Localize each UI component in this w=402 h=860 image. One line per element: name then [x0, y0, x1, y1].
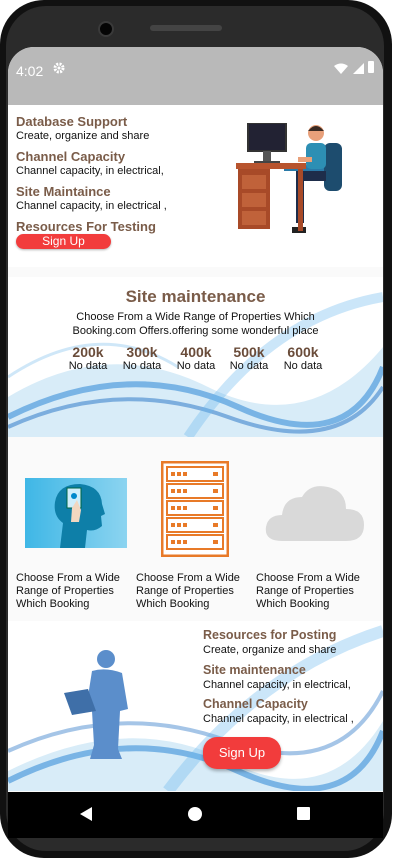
cloud-icon	[265, 486, 364, 541]
battery-icon	[368, 61, 374, 73]
stat-label: No data	[229, 360, 269, 372]
card-text: Choose From a Wide Range of Properties W…	[16, 572, 120, 610]
posting-text: Create, organize and share	[203, 644, 337, 656]
recents-icon[interactable]	[297, 807, 310, 820]
back-icon[interactable]	[80, 807, 94, 821]
feature-text: Create, organize and share	[16, 130, 150, 142]
posting-text: Channel capacity, in electrical ,	[203, 713, 354, 725]
app-screen: 4:02 Database Support Create, organize a…	[8, 47, 383, 792]
stats-description-line: Booking.com Offers.offering some wonderf…	[72, 325, 319, 337]
stat-item: 200k No data	[60, 344, 116, 372]
feature-text: Channel capacity, in electrical,	[16, 165, 164, 177]
stat-label: No data	[68, 360, 108, 372]
stat-value: 200k	[72, 344, 104, 360]
person-laptop-silhouette	[64, 650, 128, 759]
status-time: 4:02	[16, 63, 44, 79]
wifi-icon	[334, 63, 348, 74]
card-text: Choose From a Wide Range of Properties W…	[136, 572, 240, 610]
cards-section: Choose From a Wide Range of Properties W…	[8, 449, 383, 619]
stat-item: 500k No data	[221, 344, 277, 372]
stats-title: Site maintenance	[125, 287, 266, 306]
stat-item: 400k No data	[168, 344, 224, 372]
posting-title: Site maintenance	[203, 663, 306, 677]
signup-button[interactable]: Sign Up	[16, 234, 111, 249]
signal-icon	[353, 63, 364, 74]
home-icon[interactable]	[188, 807, 202, 821]
stat-label: No data	[122, 360, 162, 372]
stat-value: 400k	[180, 344, 212, 360]
server-rack-icon	[161, 461, 229, 557]
stat-label: No data	[176, 360, 216, 372]
stat-label: No data	[283, 360, 323, 372]
earpiece-speaker	[150, 25, 222, 31]
front-camera	[98, 21, 114, 37]
stat-item: 300k No data	[114, 344, 170, 372]
card-text: Choose From a Wide Range of Properties W…	[256, 572, 360, 610]
stats-description: Choose From a Wide Range of Properties W…	[8, 310, 383, 338]
feature-title: Database Support	[16, 114, 128, 129]
feature-title: Channel Capacity	[16, 149, 126, 164]
person-at-desk-illustration	[236, 123, 342, 233]
feature-title: Site Maintaince	[16, 184, 111, 199]
feature-text: Channel capacity, in electrical ,	[16, 200, 167, 212]
posting-title: Channel Capacity	[203, 697, 308, 711]
stat-item: 600k No data	[275, 344, 331, 372]
stat-value: 600k	[287, 344, 319, 360]
posting-text: Channel capacity, in electrical,	[203, 679, 351, 691]
gear-icon	[53, 62, 65, 74]
stat-value: 300k	[126, 344, 158, 360]
stats-description-line: Choose From a Wide Range of Properties W…	[76, 311, 315, 323]
signup-button[interactable]: Sign Up	[203, 737, 281, 769]
touch-head-icon	[25, 478, 127, 548]
stats-section: Site maintenance Choose From a Wide Rang…	[8, 277, 383, 437]
status-bar: 4:02	[8, 47, 383, 105]
feature-title: Resources For Testing	[16, 219, 156, 234]
stat-value: 500k	[233, 344, 265, 360]
navigation-bar	[8, 792, 383, 838]
posting-title: Resources for Posting	[203, 628, 337, 642]
